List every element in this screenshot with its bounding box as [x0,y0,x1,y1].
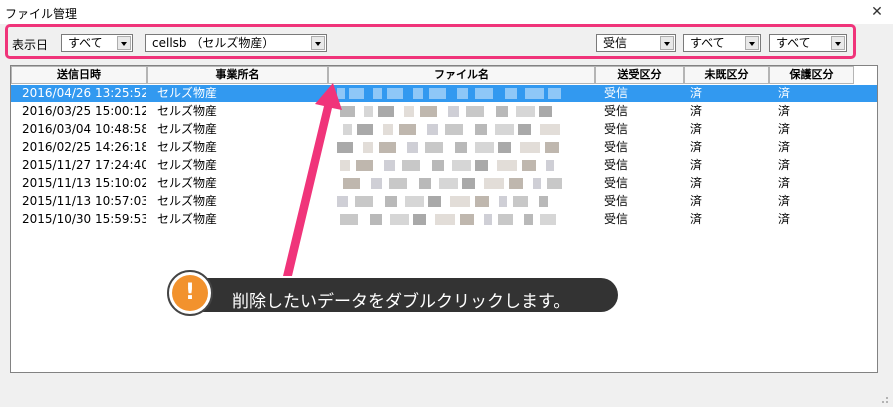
exclamation-icon: ! [172,275,208,311]
callout-badge: ! [167,270,213,316]
callout-text: 削除したいデータをダブルクリックします。 [232,292,571,312]
resize-grip-icon[interactable] [879,394,889,404]
pointer-arrow [283,83,342,276]
